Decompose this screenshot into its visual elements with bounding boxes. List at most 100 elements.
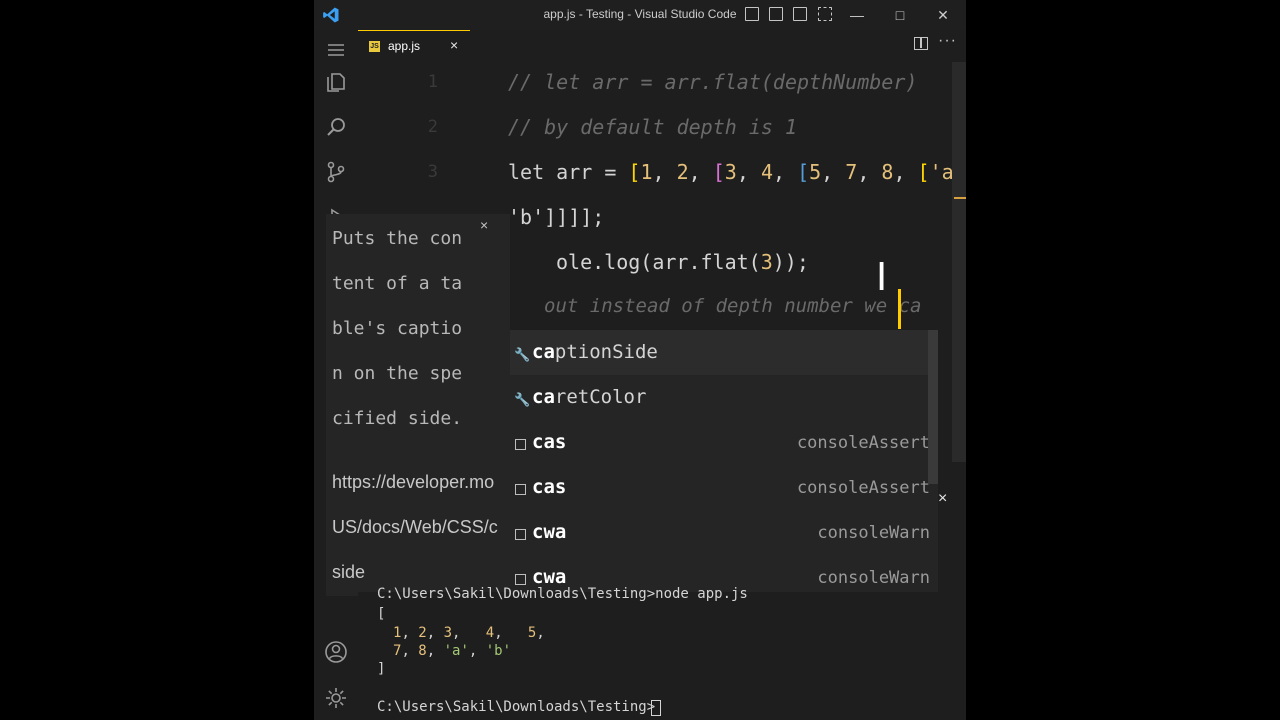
suggestion-match: cas [532,431,567,453]
line-number: 3 [427,162,438,182]
number-token: 7 [845,160,858,184]
terminal-prompt: C:\Users\Sakil\Downloads\Testing> [377,699,656,715]
suggestion-label: cas [532,476,566,498]
output-number: 2 [418,625,427,641]
suggestion-label: caretColor [532,386,646,408]
window-title: app.js - Testing - Visual Studio Code [543,7,737,21]
terminal-panel[interactable]: C:\Users\Sakil\Downloads\Testing>node ap… [358,586,966,720]
menu-icon[interactable] [324,38,348,62]
output-number: 8 [418,643,427,659]
tab-app-js[interactable]: JS app.js × [358,30,470,62]
source-control-icon[interactable] [324,160,348,184]
suggestion-detail: consoleAssert [796,433,930,453]
text-cursor [898,289,901,329]
code-line-6: out instead of depth number we ca [544,295,922,317]
suggestion-item[interactable]: cas consoleAssert [510,420,938,465]
code-token: , [688,160,713,184]
snippet-icon [515,529,526,540]
code-line-5: ole.log(arr.flat(3)); [556,250,809,274]
terminal-command: C:\Users\Sakil\Downloads\Testing>node ap… [377,586,748,602]
suggestion-rest: retColor [554,386,647,408]
output-number: 1 [393,625,402,641]
property-wrench-icon: 🔧 [514,347,531,362]
code-token: )); [772,250,809,274]
doc-text-line: tent of a ta [332,273,463,294]
title-bar: app.js - Testing - Visual Studio Code — … [314,0,966,30]
toggle-panel-icon[interactable] [769,7,783,21]
code-token: , [772,160,798,184]
number-token: 4 [760,160,773,184]
suggestion-rest: ptionSide [554,341,658,363]
minimize-icon[interactable]: — [846,4,868,26]
toggle-primary-sidebar-icon[interactable] [745,7,759,21]
number-token: 8 [881,160,894,184]
suggestion-details-widget: Puts the con tent of a ta ble's captio n… [326,214,510,596]
suggestion-item[interactable]: 🔧 captionSide [510,330,938,375]
editor-scrollbar[interactable] [952,62,966,462]
suggestion-item[interactable]: cwa consoleWarn [510,510,938,555]
suggestion-item[interactable]: cas consoleAssert [510,465,938,510]
line-number: 2 [427,117,438,137]
mdn-link[interactable]: side [332,562,365,583]
terminal-output: 1, 2, 3, 4, 5, [393,625,545,641]
suggest-close-icon[interactable]: × [938,490,947,508]
suggest-scrollbar[interactable] [928,330,938,484]
manage-gear-icon[interactable] [324,686,348,710]
code-token: arr = [544,160,629,184]
accounts-icon[interactable] [324,640,348,664]
suggestion-match: ca [532,341,555,363]
suggest-widget: 🔧 captionSide 🔧 caretColor cas consoleAs… [510,330,938,596]
doc-text-line: n on the spe [332,363,463,384]
line-number: 1 [427,72,438,92]
suggestion-label: captionSide [532,341,658,363]
overview-ruler-marker [954,197,966,199]
close-window-icon[interactable]: ✕ [932,4,954,26]
number-token: 3 [724,160,737,184]
suggestion-match: cas [532,476,567,498]
snippet-icon [515,574,526,585]
maximize-icon[interactable]: □ [889,4,911,26]
mdn-link[interactable]: US/docs/Web/CSS/c [332,517,498,538]
details-close-icon[interactable]: × [480,217,488,233]
mdn-link[interactable]: https://developer.mo [332,472,494,493]
code-token: , [857,160,882,184]
code-line-1: // let arr = arr.flat(depthNumber) [508,70,918,94]
code-token: , [652,160,677,184]
property-wrench-icon: 🔧 [514,392,531,407]
number-token: 3 [760,250,773,274]
output-string: 'a' [443,643,469,659]
code-token: , [821,160,846,184]
terminal-output: 7, 8, 'a', 'b' [393,643,512,659]
suggestion-match: ca [532,386,555,408]
tab-close-icon[interactable]: × [450,37,458,53]
code-token: , [893,160,918,184]
number-token: 2 [676,160,689,184]
suggestion-item[interactable]: 🔧 caretColor [510,375,938,420]
output-number: 3 [443,625,453,641]
number-token: 1 [640,160,653,184]
number-token: 5 [809,160,822,184]
doc-text-line: ble's captio [332,318,463,339]
suggestion-match: cwa [532,566,567,588]
split-editor-icon[interactable] [914,37,928,50]
terminal-cursor [651,700,661,716]
output-number: 4 [485,625,495,641]
more-actions-icon[interactable]: ··· [938,32,957,50]
tab-label: app.js [388,39,421,53]
vscode-window: app.js - Testing - Visual Studio Code — … [314,0,966,720]
snippet-icon [515,484,526,495]
bracket-token: [ [797,160,810,184]
bracket-token: [ [917,160,930,184]
toggle-secondary-sidebar-icon[interactable] [793,7,807,21]
output-number: 5 [527,625,537,641]
suggestion-detail: consoleWarn [817,568,930,588]
code-line-2: // by default depth is 1 [508,115,797,139]
keyword-token: let [508,160,545,184]
doc-text-line: Puts the con [332,228,463,249]
terminal-output: [ [377,606,386,622]
explorer-icon[interactable] [324,70,348,94]
customize-layout-icon[interactable] [818,7,832,21]
terminal-output: ] [377,661,386,677]
search-icon[interactable] [324,115,348,139]
code-token: ole.log(arr.flat( [556,250,761,274]
